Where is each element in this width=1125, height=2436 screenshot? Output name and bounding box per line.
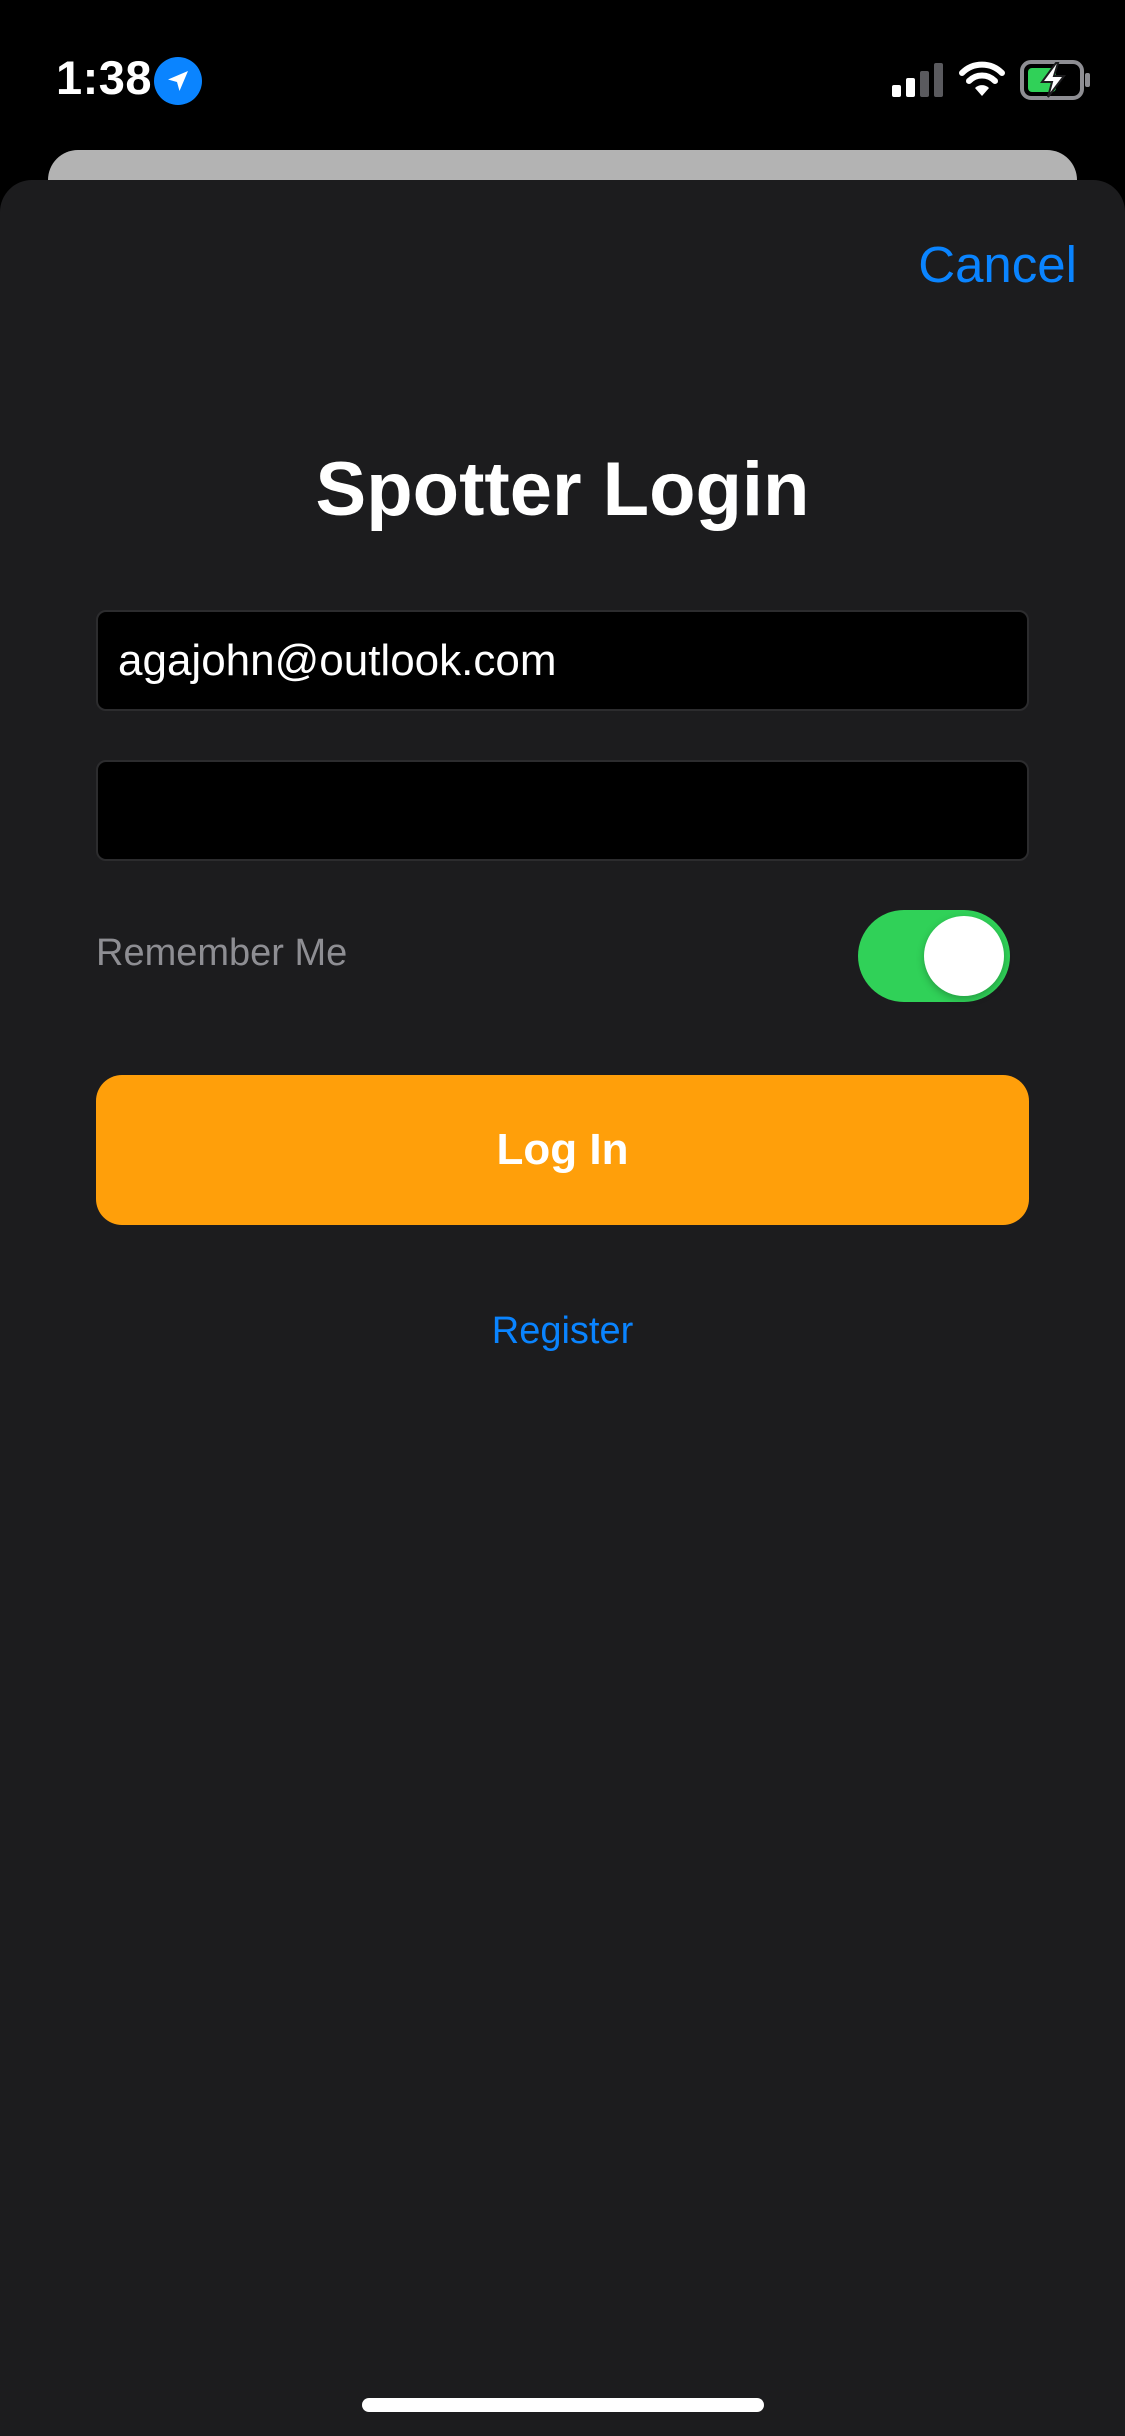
cellular-signal-icon	[892, 63, 943, 97]
status-bar: 1:38	[0, 0, 1125, 150]
battery-charging-icon	[1020, 60, 1090, 100]
toggle-knob	[924, 916, 1004, 996]
page-title: Spotter Login	[315, 447, 810, 532]
password-field[interactable]	[96, 760, 1029, 861]
remember-me-label: Remember Me	[96, 932, 348, 974]
wifi-icon	[959, 61, 1005, 96]
home-indicator	[362, 2398, 764, 2412]
location-arrow-icon	[154, 57, 202, 105]
email-field[interactable]	[96, 610, 1029, 711]
login-button[interactable]: Log In	[96, 1075, 1029, 1225]
remember-me-toggle[interactable]	[858, 910, 1010, 1002]
status-time: 1:38	[56, 51, 153, 104]
login-sheet: Cancel Spotter Login Remember Me Log In …	[0, 180, 1125, 2436]
register-link[interactable]: Register	[0, 1310, 1125, 1353]
cancel-button[interactable]: Cancel	[918, 235, 1077, 294]
